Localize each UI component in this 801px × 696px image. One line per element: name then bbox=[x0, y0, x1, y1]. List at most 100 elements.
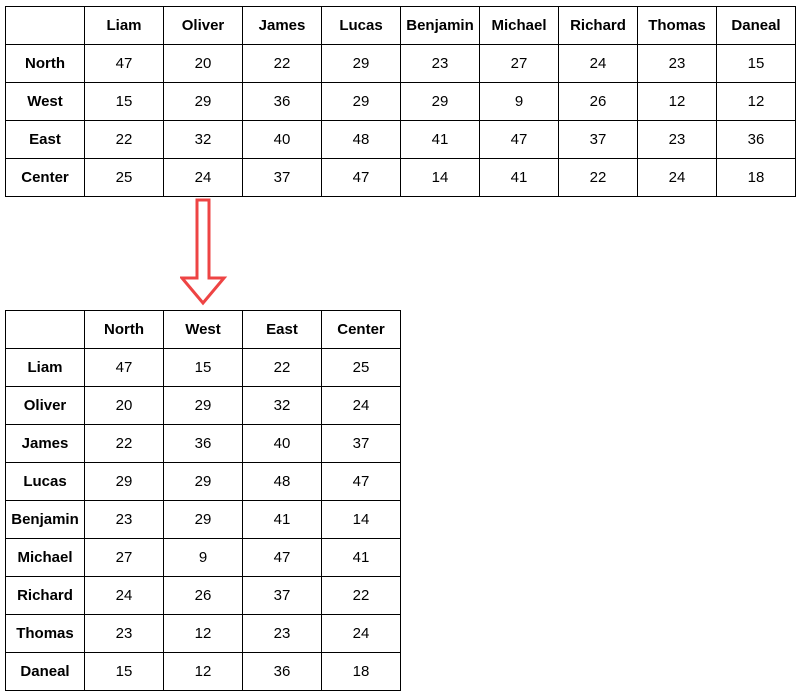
table-cell: 23 bbox=[637, 120, 717, 159]
table-cell: 37 bbox=[242, 576, 322, 615]
table-cell: 25 bbox=[84, 158, 164, 197]
table-cell: 23 bbox=[84, 614, 164, 653]
row-header: Center bbox=[5, 158, 85, 197]
table-cell: 36 bbox=[242, 82, 322, 121]
column-header: Center bbox=[321, 310, 401, 349]
table-cell: 47 bbox=[242, 538, 322, 577]
table-row: Thomas 23 12 23 24 bbox=[5, 614, 401, 653]
table-cell: 24 bbox=[163, 158, 243, 197]
row-header: Daneal bbox=[5, 652, 85, 691]
row-header: Liam bbox=[5, 348, 85, 387]
table-cell: 26 bbox=[163, 576, 243, 615]
table-cell: 41 bbox=[321, 538, 401, 577]
table-cell: 9 bbox=[163, 538, 243, 577]
original-table: Liam Oliver James Lucas Benjamin Michael Richa… bbox=[5, 6, 796, 197]
table-cell: 15 bbox=[163, 348, 243, 387]
table-row: Michael 27 9 47 41 bbox=[5, 538, 401, 577]
table-cell: 22 bbox=[242, 348, 322, 387]
table-cell: 18 bbox=[321, 652, 401, 691]
table-cell: 27 bbox=[479, 44, 559, 83]
table-cell: 24 bbox=[558, 44, 638, 83]
table-cell: 47 bbox=[479, 120, 559, 159]
corner-cell bbox=[5, 310, 85, 349]
table-cell: 23 bbox=[242, 614, 322, 653]
header-row: North West East Center bbox=[5, 310, 401, 349]
table-cell: 12 bbox=[163, 614, 243, 653]
table-cell: 22 bbox=[321, 576, 401, 615]
table-cell: 23 bbox=[637, 44, 717, 83]
row-header: Benjamin bbox=[5, 500, 85, 539]
column-header: West bbox=[163, 310, 243, 349]
table-cell: 48 bbox=[321, 120, 401, 159]
row-header: Michael bbox=[5, 538, 85, 577]
table-cell: 24 bbox=[637, 158, 717, 197]
down-arrow-icon bbox=[180, 198, 228, 306]
table-cell: 22 bbox=[84, 424, 164, 463]
table-cell: 32 bbox=[163, 120, 243, 159]
column-header: Thomas bbox=[637, 6, 717, 45]
table-cell: 22 bbox=[242, 44, 322, 83]
table-cell: 40 bbox=[242, 424, 322, 463]
table-row: Oliver 20 29 32 24 bbox=[5, 386, 401, 425]
table-cell: 15 bbox=[84, 82, 164, 121]
table-cell: 12 bbox=[637, 82, 717, 121]
column-header: Oliver bbox=[163, 6, 243, 45]
table-cell: 29 bbox=[163, 462, 243, 501]
table-cell: 29 bbox=[84, 462, 164, 501]
table-row: North 47 20 22 29 23 27 24 23 15 bbox=[5, 44, 796, 83]
table-cell: 29 bbox=[400, 82, 480, 121]
column-header: Michael bbox=[479, 6, 559, 45]
table-cell: 36 bbox=[242, 652, 322, 691]
table-cell: 41 bbox=[242, 500, 322, 539]
table-cell: 26 bbox=[558, 82, 638, 121]
table-cell: 22 bbox=[558, 158, 638, 197]
row-header: Thomas bbox=[5, 614, 85, 653]
table-cell: 47 bbox=[84, 44, 164, 83]
table-cell: 47 bbox=[84, 348, 164, 387]
table-cell: 36 bbox=[716, 120, 796, 159]
table-row: Center 25 24 37 47 14 41 22 24 18 bbox=[5, 158, 796, 197]
table-cell: 32 bbox=[242, 386, 322, 425]
table-cell: 9 bbox=[479, 82, 559, 121]
table-cell: 23 bbox=[84, 500, 164, 539]
table-cell: 18 bbox=[716, 158, 796, 197]
table-cell: 20 bbox=[163, 44, 243, 83]
table-row: Richard 24 26 37 22 bbox=[5, 576, 401, 615]
table-cell: 25 bbox=[321, 348, 401, 387]
table-cell: 14 bbox=[400, 158, 480, 197]
row-header: East bbox=[5, 120, 85, 159]
table-row: Benjamin 23 29 41 14 bbox=[5, 500, 401, 539]
row-header: Oliver bbox=[5, 386, 85, 425]
table-row: West 15 29 36 29 29 9 26 12 12 bbox=[5, 82, 796, 121]
table-cell: 15 bbox=[84, 652, 164, 691]
column-header: North bbox=[84, 310, 164, 349]
table-cell: 22 bbox=[84, 120, 164, 159]
table-row: James 22 36 40 37 bbox=[5, 424, 401, 463]
table-row: East 22 32 40 48 41 47 37 23 36 bbox=[5, 120, 796, 159]
table-cell: 29 bbox=[321, 44, 401, 83]
table-cell: 29 bbox=[163, 82, 243, 121]
column-header: Lucas bbox=[321, 6, 401, 45]
table-cell: 24 bbox=[321, 386, 401, 425]
column-header: Richard bbox=[558, 6, 638, 45]
column-header: East bbox=[242, 310, 322, 349]
table-cell: 12 bbox=[163, 652, 243, 691]
header-row: Liam Oliver James Lucas Benjamin Michael Richa… bbox=[5, 6, 796, 45]
table-cell: 23 bbox=[400, 44, 480, 83]
table-cell: 29 bbox=[321, 82, 401, 121]
table-cell: 47 bbox=[321, 462, 401, 501]
row-header: West bbox=[5, 82, 85, 121]
column-header: Daneal bbox=[716, 6, 796, 45]
table-cell: 14 bbox=[321, 500, 401, 539]
table-cell: 36 bbox=[163, 424, 243, 463]
table-cell: 15 bbox=[716, 44, 796, 83]
column-header: Liam bbox=[84, 6, 164, 45]
table-cell: 40 bbox=[242, 120, 322, 159]
row-header: North bbox=[5, 44, 85, 83]
table-cell: 29 bbox=[163, 386, 243, 425]
table-cell: 37 bbox=[558, 120, 638, 159]
table-cell: 48 bbox=[242, 462, 322, 501]
column-header: James bbox=[242, 6, 322, 45]
table-cell: 41 bbox=[400, 120, 480, 159]
table-cell: 47 bbox=[321, 158, 401, 197]
